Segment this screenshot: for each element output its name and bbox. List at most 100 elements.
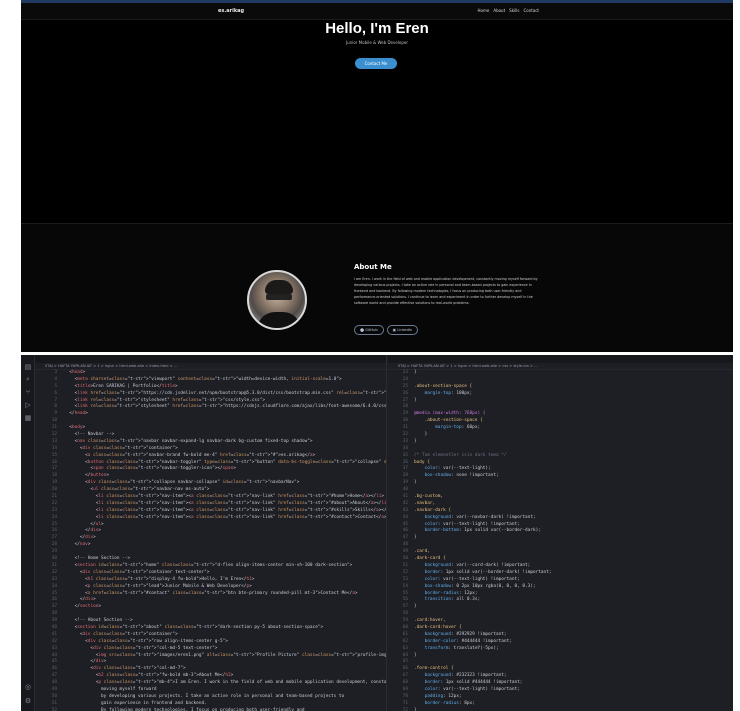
code-line[interactable]: 30 <!-- Home Section --> xyxy=(35,556,386,563)
code-line[interactable]: 12 <!-- Navbar --> xyxy=(35,432,386,439)
code-text[interactable]: .card:hover, xyxy=(414,618,446,625)
code-text[interactable]: <li class=class="t-str">"nav-item"><a cl… xyxy=(64,515,386,522)
code-line[interactable]: 28 </nav> xyxy=(35,542,386,549)
code-line[interactable]: 48 xyxy=(388,542,733,549)
code-text[interactable]: <li class=class="t-str">"nav-item"><a cl… xyxy=(64,508,386,515)
code-line[interactable]: 34 <p class=class="t-str">"lead">Junior … xyxy=(35,584,386,591)
code-line[interactable]: 21 <li class=class="t-str">"nav-item"><a… xyxy=(35,494,386,501)
code-text[interactable]: } xyxy=(414,480,417,487)
code-line[interactable]: 9 </head> xyxy=(35,411,386,418)
code-line[interactable]: 6 <link href=class="t-str">"https://cdn.… xyxy=(35,391,386,398)
code-line[interactable]: 47} xyxy=(388,535,733,542)
code-line[interactable]: 46 border-bottom: 1px solid var(--border… xyxy=(388,528,733,535)
code-line[interactable]: 3 <head> xyxy=(35,370,386,377)
code-text[interactable]: border: 1px solid var(--border-dark) !im… xyxy=(414,570,552,577)
nav-link-about[interactable]: About xyxy=(493,8,505,13)
code-line[interactable]: 42 <div class=class="t-str">"row align-i… xyxy=(35,639,386,646)
code-line[interactable]: 40 xyxy=(388,487,733,494)
code-line[interactable]: 37 </section> xyxy=(35,604,386,611)
code-text[interactable]: transition: all 0.3s; xyxy=(414,597,481,604)
code-text[interactable]: border: 1px solid #444444 !important; xyxy=(414,680,523,687)
code-text[interactable]: } xyxy=(414,604,417,611)
code-line[interactable]: 13 <nav class=class="t-str">"navbar navb… xyxy=(35,439,386,446)
code-line[interactable]: 63 transform: translateY(-5px); xyxy=(388,646,733,653)
code-text[interactable]: <p class=class="t-str">"lead">Junior Mob… xyxy=(64,584,252,591)
code-text[interactable]: <nav class=class="t-str">"navbar navbar-… xyxy=(64,439,313,446)
code-line[interactable]: 39 <!-- About Section --> xyxy=(35,618,386,625)
code-line[interactable]: 32 <div class=class="t-str">"container t… xyxy=(35,570,386,577)
code-line[interactable]: 35 /* Tum elementler icin dark tema */ xyxy=(388,453,733,460)
code-text[interactable]: <div class=class="t-str">"container"> xyxy=(64,446,178,453)
code-line[interactable]: 24 xyxy=(388,377,733,384)
code-text[interactable]: .navbar-dark { xyxy=(414,508,451,515)
code-line[interactable]: 31 <section id=class="t-str">"home" clas… xyxy=(35,563,386,570)
code-text[interactable]: } xyxy=(414,535,417,542)
code-line[interactable]: 11 <body> xyxy=(35,425,386,432)
code-line[interactable]: 53 color: var(--text-light) !important; xyxy=(388,577,733,584)
code-text[interactable]: color: var(--text-light) !important; xyxy=(414,687,520,694)
code-text[interactable]: <div class=class="t-str">"container"> xyxy=(64,632,178,639)
breadcrumb[interactable]: STAJ > HAFTA YAPILAN.IAT > 1 > hgun > ht… xyxy=(388,363,733,370)
code-line[interactable]: 72} xyxy=(388,708,733,711)
code-text[interactable]: By following modern technologies, I focu… xyxy=(64,708,305,711)
code-line[interactable]: 57} xyxy=(388,604,733,611)
code-text[interactable]: </nav> xyxy=(64,542,91,549)
code-line[interactable]: 10 xyxy=(35,418,386,425)
extensions-icon[interactable]: ▦ xyxy=(24,414,32,422)
code-text[interactable]: <link href=class="t-str">"https://cdn.js… xyxy=(64,391,386,398)
code-line[interactable]: 54 box-shadow: 0 2px 10px rgba(0, 0, 0, … xyxy=(388,584,733,591)
search-icon[interactable]: ⌕ xyxy=(24,375,32,383)
code-text[interactable]: gain experience in frontend and backend. xyxy=(64,701,207,708)
code-line[interactable]: 43 <div class=class="t-str">"col-md-5 te… xyxy=(35,646,386,653)
code-text[interactable]: moving myself forward xyxy=(64,687,157,694)
code-line[interactable]: 51 gain experience in frontend and backe… xyxy=(35,701,386,708)
code-line[interactable]: 69 color: var(--text-light) !important; xyxy=(388,687,733,694)
code-line[interactable]: 48 <p class=class="t-str">"mb-4">I am Er… xyxy=(35,680,386,687)
code-text[interactable]: box-shadow: none !important; xyxy=(414,473,499,480)
settings-icon[interactable]: ⚙ xyxy=(24,697,32,705)
code-text[interactable]: transform: translateY(-5px); xyxy=(414,646,499,653)
code-line[interactable]: 42 .navbar, xyxy=(388,501,733,508)
code-line[interactable]: 49 moving myself forward xyxy=(35,687,386,694)
code-text[interactable]: <h1 class=class="t-str">"display-4 fw-bo… xyxy=(64,577,254,584)
code-line[interactable]: 27} xyxy=(388,398,733,405)
code-line[interactable]: 22 <li class=class="t-str">"nav-item"><a… xyxy=(35,501,386,508)
code-text[interactable]: <a class=class="t-str">"navbar-brand fw-… xyxy=(64,453,315,460)
account-icon[interactable]: ◎ xyxy=(24,683,32,691)
code-text[interactable]: <head> xyxy=(64,370,85,377)
code-text[interactable]: </head> xyxy=(64,411,88,418)
navbar-brand[interactable]: es.arikag xyxy=(218,8,244,14)
code-line[interactable]: 71 border-radius: 8px; xyxy=(388,701,733,708)
code-line[interactable]: 50 by developing various projects. I tak… xyxy=(35,694,386,701)
code-area[interactable]: 3 <head> 4 <meta charset=class="t-str">"v… xyxy=(35,370,386,711)
files-icon[interactable]: ▤ xyxy=(24,363,32,371)
code-text[interactable]: } xyxy=(414,432,428,439)
code-line[interactable]: 68 border: 1px solid #444444 !important; xyxy=(388,680,733,687)
code-text[interactable]: margin-top: 100px; xyxy=(414,391,473,398)
code-text[interactable]: background: #292929 !important; xyxy=(414,632,507,639)
code-text[interactable]: </section> xyxy=(64,604,101,611)
code-line[interactable]: 70 padding: 12px; xyxy=(388,694,733,701)
code-text[interactable]: background: var(--card-dark) !important; xyxy=(414,563,531,570)
code-line[interactable]: 32 } xyxy=(388,432,733,439)
editor-pane-html[interactable]: STAJ > HAFTA YAPILAN.IAT > 1 > hgun > ht… xyxy=(35,355,387,711)
code-line[interactable]: 56 transition: all 0.3s; xyxy=(388,597,733,604)
code-line[interactable]: 15 <a class=class="t-str">"navbar-brand … xyxy=(35,453,386,460)
run-debug-icon[interactable]: ▷ xyxy=(24,401,32,409)
code-text[interactable]: <div class=class="t-str">"col-md-5 text-… xyxy=(64,646,217,653)
code-line[interactable]: 61 background: #292929 !important; xyxy=(388,632,733,639)
code-line[interactable]: 52 border: 1px solid var(--border-dark) … xyxy=(388,570,733,577)
code-line[interactable]: 44 background: var(--navbar-dark) !impor… xyxy=(388,515,733,522)
code-text[interactable]: <link rel=class="t-str">"stylesheet" hre… xyxy=(64,404,386,411)
code-text[interactable]: <div class=class="t-str">"container text… xyxy=(64,570,210,577)
code-line[interactable]: 43 .navbar-dark { xyxy=(388,508,733,515)
code-line[interactable]: 31 margin-top: 60px; xyxy=(388,425,733,432)
code-line[interactable]: 5 <title>Eren SARIKAG | Portfolio</title… xyxy=(35,384,386,391)
code-line[interactable]: 40 <section id=class="t-str">"about" cla… xyxy=(35,625,386,632)
code-text[interactable]: <title>Eren SARIKAG | Portfolio</title> xyxy=(64,384,178,391)
code-line[interactable]: 52 By following modern technologies, I f… xyxy=(35,708,386,711)
code-text[interactable]: <meta charset=class="t-str">"viewport" c… xyxy=(64,377,342,384)
code-line[interactable]: 41 .bg-custom, xyxy=(388,494,733,501)
code-line[interactable]: 60 .dark-card:hover { xyxy=(388,625,733,632)
code-text[interactable]: /* Tum elementler icin dark tema */ xyxy=(414,453,507,460)
